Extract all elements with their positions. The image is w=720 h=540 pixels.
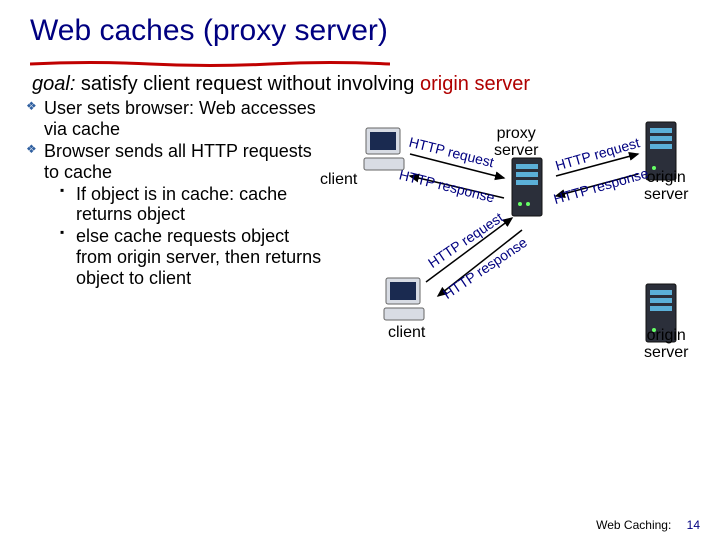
footer-text: Web Caching: — [596, 518, 671, 532]
bullet-list: User sets browser: Web accesses via cach… — [26, 98, 326, 378]
goal-label: goal: — [32, 73, 75, 95]
origin-label-1: origin server — [644, 170, 688, 204]
client-label-1: client — [320, 172, 357, 189]
computer-icon — [382, 276, 432, 324]
title-underline — [30, 54, 390, 60]
slide-title: Web caches (proxy server) — [0, 0, 720, 52]
network-diagram: client client proxy server — [326, 98, 710, 378]
bullet-2: Browser sends all HTTP requests to cache… — [26, 141, 326, 288]
goal-text: satisfy client request without involving — [75, 73, 420, 95]
bullet-2b: else cache requests object from origin s… — [60, 226, 326, 288]
bullet-2a: If object is in cache: cache returns obj… — [60, 184, 326, 225]
bullet-2-text: Browser sends all HTTP requests to cache — [44, 141, 312, 182]
bullet-1: User sets browser: Web accesses via cach… — [26, 98, 326, 139]
origin-label-2: origin server — [644, 328, 688, 362]
client-computer-2 — [382, 276, 432, 324]
page-number: 14 — [687, 518, 700, 532]
goal-origin: origin server — [420, 73, 530, 95]
proxy-server-icon — [506, 154, 556, 222]
client-label-2: client — [388, 325, 425, 342]
server-icon — [506, 154, 556, 222]
slide-footer: Web Caching: 14 — [596, 518, 700, 532]
